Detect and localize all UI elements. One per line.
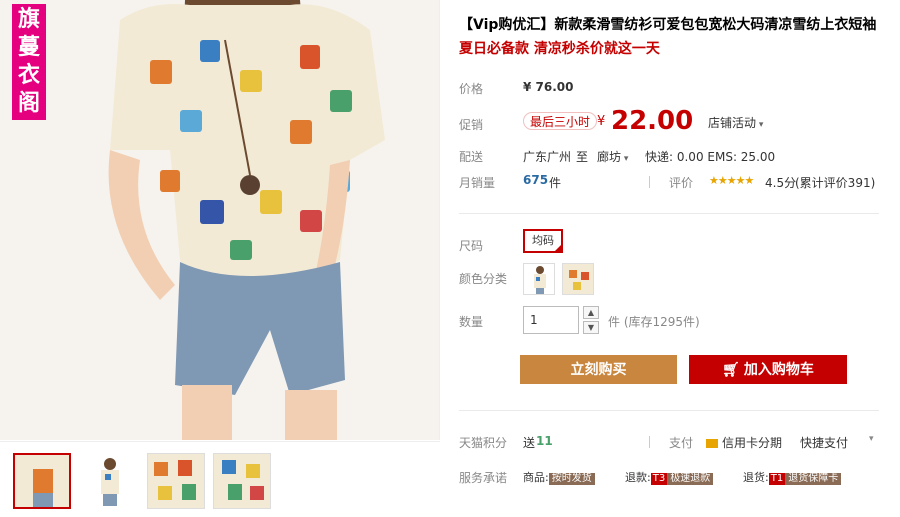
- stat-divider: [649, 436, 650, 448]
- rating-stars-icon: ★★★★★: [709, 174, 754, 187]
- ship-to-word: 至: [576, 150, 589, 164]
- quantity-decrease-button[interactable]: ▼: [583, 321, 599, 334]
- product-subtitle: 夏日必备款 清凉秒杀价就这一天: [459, 41, 660, 57]
- promo-badge: 最后三小时: [523, 112, 598, 130]
- chevron-down-icon: ▾: [621, 154, 629, 164]
- monthly-sales-count: 675: [523, 173, 549, 187]
- return-code-badge: T1: [768, 473, 786, 485]
- review-count-link[interactable]: (累计评价391): [795, 174, 875, 191]
- credit-installment-label: 信用卡分期: [722, 436, 783, 450]
- chevron-down-icon[interactable]: ▾: [869, 434, 874, 444]
- service-refund-label: 退款:: [625, 471, 651, 484]
- stock-info: 件 (库存1295件): [608, 315, 700, 329]
- color-option-1[interactable]: [523, 263, 555, 295]
- quantity-increase-button[interactable]: ▲: [583, 306, 599, 319]
- points-send: 送: [523, 436, 536, 450]
- rating-label: 评价: [669, 176, 694, 190]
- ship-from: 广东广州: [523, 150, 572, 164]
- quantity-label: 数量: [459, 315, 484, 329]
- shop-activity-dropdown[interactable]: 店铺活动 ▾: [708, 114, 763, 131]
- buy-now-button[interactable]: 立刻购买: [520, 355, 677, 384]
- thumbnail-1[interactable]: [13, 453, 71, 509]
- points-value: 11: [536, 434, 553, 448]
- main-product-image: 旗蔓衣阁: [0, 0, 440, 440]
- original-price: ¥ 76.00: [523, 80, 574, 94]
- service-refund: 退款: T3 极速退款: [625, 469, 714, 485]
- product-title: 【Vip购优汇】新款柔滑雪纺衫可爱包包宽松大码清凉雪纺上衣短袖: [459, 17, 877, 33]
- size-option-label: 均码: [532, 234, 554, 247]
- service-goods-label: 商品:: [523, 471, 549, 484]
- credit-card-icon: [706, 439, 718, 448]
- ship-to-selector[interactable]: 廊坊 ▾: [597, 148, 628, 165]
- thumbnail-3[interactable]: [147, 453, 205, 509]
- rating-score: 4.5分: [765, 176, 797, 190]
- refund-code-badge: T3: [650, 473, 668, 485]
- chevron-down-icon: ▾: [756, 120, 764, 130]
- points-label: 天猫积分: [459, 436, 508, 450]
- cart-icon: 🛒︎: [722, 361, 744, 377]
- color-option-2[interactable]: [562, 263, 594, 295]
- section-divider: [459, 213, 879, 214]
- product-photo: [0, 0, 439, 440]
- currency-symbol: ¥: [597, 114, 606, 129]
- selected-check-icon: [554, 244, 562, 252]
- add-to-cart-button[interactable]: 🛒︎ 加入购物车: [689, 355, 847, 384]
- payment-label: 支付: [669, 436, 694, 450]
- fast-refund-badge: 极速退款: [667, 473, 714, 485]
- price-label: 价格: [459, 82, 484, 96]
- shipping-label: 配送: [459, 150, 484, 164]
- service-return-label: 退货:: [743, 471, 769, 484]
- service-goods: 商品: 按时发货: [523, 469, 595, 485]
- chevron-down-icon: ▼: [587, 323, 595, 332]
- add-to-cart-label: 加入购物车: [743, 361, 814, 377]
- chevron-up-icon: ▲: [587, 308, 595, 317]
- color-label: 颜色分类: [459, 272, 508, 286]
- ship-to-label: 廊坊: [597, 150, 622, 164]
- service-label: 服务承诺: [459, 471, 508, 485]
- credit-installment-link[interactable]: 信用卡分期: [706, 434, 782, 451]
- on-time-delivery-badge: 按时发货: [548, 473, 595, 485]
- thumbnail-strip: [0, 441, 440, 517]
- return-guarantee-badge: 退货保障卡: [785, 473, 842, 485]
- service-return: 退货: T1 退货保障卡: [743, 469, 842, 485]
- monthly-sales-label: 月销量: [459, 176, 496, 190]
- shop-name-tag: 旗蔓衣阁: [12, 4, 46, 120]
- shop-activity-label: 店铺活动: [708, 116, 757, 130]
- size-option-selected[interactable]: 均码: [523, 229, 563, 253]
- thumbnail-4[interactable]: [213, 453, 271, 509]
- quick-pay-link[interactable]: 快捷支付: [800, 434, 848, 451]
- size-label: 尺码: [459, 239, 484, 253]
- quantity-input[interactable]: [523, 306, 579, 334]
- shipping-fees: 快递: 0.00 EMS: 25.00: [645, 150, 776, 164]
- promo-price: 22.00: [611, 106, 694, 136]
- thumbnail-2[interactable]: [80, 453, 138, 509]
- product-info-panel: 【Vip购优汇】新款柔滑雪纺衫可爱包包宽松大码清凉雪纺上衣短袖 夏日必备款 清凉…: [441, 0, 900, 517]
- section-divider: [459, 410, 879, 411]
- stat-divider: [649, 176, 650, 188]
- monthly-sales-unit: 件: [549, 176, 562, 190]
- promo-label: 促销: [459, 118, 484, 132]
